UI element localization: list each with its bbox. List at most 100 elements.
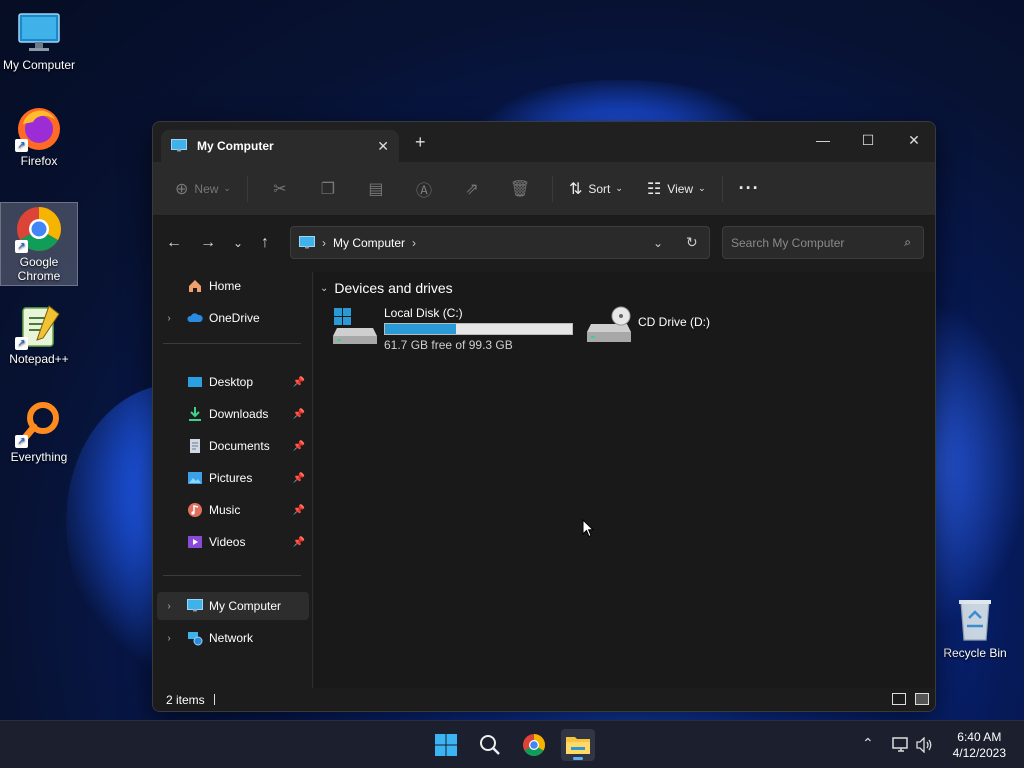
start-button[interactable]	[429, 729, 463, 761]
windows-logo-icon	[435, 734, 457, 756]
breadcrumb-chevron-icon[interactable]: ›	[412, 236, 416, 250]
view-layout-icon: ☷	[646, 180, 662, 198]
sidebar-item-videos[interactable]: Videos 📌	[157, 528, 309, 556]
clock-time: 6:40 AM	[957, 730, 1002, 744]
expand-chevron-icon[interactable]: ›	[157, 633, 181, 644]
drive-cd-drive-d[interactable]: CD Drive (D:)	[587, 306, 710, 346]
sidebar-item-label: Videos	[209, 535, 246, 549]
drive-local-disk-c[interactable]: Local Disk (C:) 61.7 GB free of 99.3 GB	[333, 306, 573, 352]
sidebar-item-home[interactable]: Home	[157, 272, 309, 300]
clock[interactable]: 6:40 AM 4/12/2023	[953, 729, 1006, 761]
drive-name: Local Disk (C:)	[384, 306, 463, 320]
pin-icon[interactable]: 📌	[293, 505, 305, 516]
more-dots-icon: ···	[738, 178, 760, 198]
sidebar-item-pictures[interactable]: Pictures 📌	[157, 464, 309, 492]
desktop-icon-google-chrome[interactable]: ↗ Google Chrome	[0, 202, 78, 286]
desktop-icon-everything[interactable]: ↗ Everything	[0, 400, 78, 464]
sidebar-item-downloads[interactable]: Downloads 📌	[157, 400, 309, 428]
desktop-icon-my-computer[interactable]: My Computer	[0, 8, 78, 72]
cd-drive-icon	[587, 306, 631, 342]
pin-icon[interactable]: 📌	[293, 409, 305, 420]
network-icon	[188, 632, 203, 646]
breadcrumb-my-computer[interactable]: My Computer	[333, 236, 405, 250]
search-icon[interactable]: ⌕	[904, 235, 911, 250]
monitor-icon	[299, 235, 315, 248]
sidebar-item-desktop[interactable]: Desktop 📌	[157, 368, 309, 396]
new-button[interactable]: ⊕ New ⌄	[167, 172, 239, 206]
group-header-label: Devices and drives	[334, 280, 453, 296]
sort-button[interactable]: ⇅ Sort ⌄	[561, 172, 631, 206]
copy-button[interactable]: ❐	[304, 172, 352, 206]
pin-icon[interactable]: 📌	[293, 441, 305, 452]
arrow-up-icon: ↑	[261, 234, 269, 251]
pin-icon[interactable]: 📌	[293, 473, 305, 484]
chevron-down-icon: ⌄	[615, 183, 623, 193]
ethernet-monitor-icon	[892, 737, 908, 752]
minimize-button[interactable]: —	[800, 126, 846, 154]
address-history-chevron-icon[interactable]: ⌄	[653, 236, 663, 250]
chevron-down-icon: ⌄	[233, 236, 244, 250]
sidebar-item-onedrive[interactable]: › OneDrive	[157, 304, 309, 332]
mouse-cursor-icon	[582, 519, 594, 538]
sidebar-item-music[interactable]: Music 📌	[157, 496, 309, 524]
taskbar-search-button[interactable]	[473, 729, 507, 761]
shortcut-arrow-icon: ↗	[15, 240, 28, 253]
desktop-icon-label: Recycle Bin	[943, 646, 1007, 660]
sidebar-item-label: Downloads	[209, 407, 269, 421]
forward-button[interactable]: →	[200, 234, 216, 252]
delete-button[interactable]: 🗑	[496, 172, 544, 206]
address-bar[interactable]: › My Computer › ⌄ ↻	[290, 226, 710, 259]
notepad-plus-plus-icon: ↗	[15, 302, 63, 350]
rename-icon: Ⓐ	[415, 182, 432, 200]
more-options-button[interactable]: ···	[731, 172, 768, 206]
breadcrumb-chevron-icon[interactable]: ›	[322, 236, 326, 250]
close-tab-icon[interactable]: ✕	[377, 138, 389, 155]
chevron-down-icon: ⌄	[698, 183, 706, 193]
details-view-icon[interactable]	[892, 693, 906, 705]
hard-drive-icon	[333, 308, 377, 344]
taskbar-chrome-button[interactable]	[517, 729, 551, 761]
sidebar-item-my-computer[interactable]: › My Computer	[157, 592, 309, 620]
expand-chevron-icon[interactable]: ›	[157, 601, 181, 612]
taskbar-file-explorer-button[interactable]	[561, 729, 595, 761]
show-hidden-icons-button[interactable]: ⌃	[862, 735, 874, 752]
desktop-icon-label: My Computer	[2, 58, 76, 72]
pin-icon[interactable]: 📌	[293, 537, 305, 548]
close-window-button[interactable]: ✕	[891, 126, 935, 154]
desktop-icon-firefox[interactable]: ↗ Firefox	[0, 104, 78, 168]
paste-button[interactable]: ▤	[352, 172, 400, 206]
pin-icon[interactable]: 📌	[293, 377, 305, 388]
desktop-icon-notepad-plus-plus[interactable]: ↗ Notepad++	[0, 302, 78, 366]
maximize-button[interactable]: ☐	[845, 126, 891, 154]
refresh-icon[interactable]: ↻	[686, 234, 698, 251]
rename-button[interactable]: Ⓐ	[400, 172, 448, 206]
drive-usage-bar	[384, 323, 573, 335]
cut-button[interactable]: ✂	[256, 172, 304, 206]
desktop-icon-label: Firefox	[20, 154, 58, 168]
new-tab-button[interactable]: +	[415, 132, 426, 153]
volume-button[interactable]	[916, 736, 934, 756]
monitor-icon	[187, 599, 203, 612]
sidebar-item-network[interactable]: › Network	[157, 624, 309, 652]
share-button[interactable]: ⇗	[448, 172, 496, 206]
chevron-down-icon[interactable]: ⌄	[320, 283, 328, 294]
search-box[interactable]: ⌕	[722, 226, 924, 259]
drive-free-space: 61.7 GB free of 99.3 GB	[384, 338, 513, 352]
large-icons-view-icon[interactable]	[915, 693, 929, 705]
copy-icon: ❐	[320, 180, 336, 198]
file-explorer-window: My Computer ✕ + — ☐ ✕ ⊕ New ⌄ ✂ ❐ ▤ Ⓐ ⇗ …	[152, 121, 936, 712]
shortcut-arrow-icon: ↗	[15, 139, 28, 152]
up-button[interactable]: ↑	[261, 234, 269, 252]
desktop-icon-recycle-bin[interactable]: Recycle Bin	[936, 596, 1014, 660]
sidebar-item-documents[interactable]: Documents 📌	[157, 432, 309, 460]
download-arrow-icon	[189, 407, 201, 421]
tab-my-computer[interactable]: My Computer ✕	[161, 130, 399, 162]
group-header-devices-and-drives[interactable]: ⌄ Devices and drives	[320, 280, 453, 296]
recent-locations-button[interactable]: ⌄	[233, 236, 243, 250]
network-status-button[interactable]	[892, 737, 910, 756]
view-button[interactable]: ☷ View ⌄	[639, 172, 714, 206]
back-button[interactable]: ←	[166, 234, 182, 252]
toolbar-separator	[246, 175, 248, 202]
search-input[interactable]	[723, 227, 893, 258]
expand-chevron-icon[interactable]: ›	[157, 313, 181, 324]
